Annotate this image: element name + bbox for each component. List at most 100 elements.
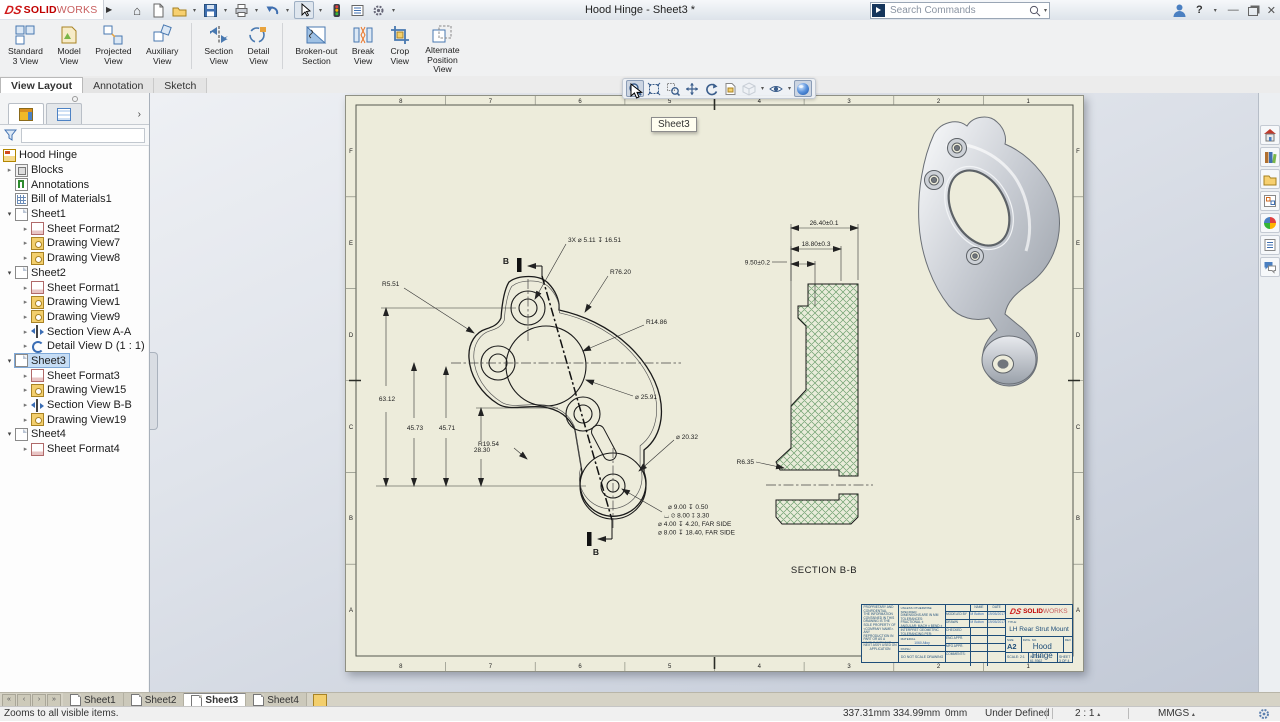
tree-item-annotations[interactable]: Annotations — [0, 177, 148, 192]
user-account-icon[interactable] — [1172, 3, 1187, 18]
section-view-button[interactable]: Section View — [199, 20, 238, 72]
3d-drawing-view-icon[interactable] — [721, 80, 739, 97]
alternate-position-view-button[interactable]: Alternate Position View — [420, 21, 464, 73]
model-view-button[interactable]: Model View — [52, 20, 85, 72]
tree-item-section-view-aa[interactable]: Section View A-A — [0, 324, 148, 339]
settings-gear-icon[interactable] — [369, 2, 387, 18]
next-sheet-button[interactable]: › — [32, 694, 46, 707]
forum-icon[interactable] — [1260, 257, 1280, 277]
tree-item-sheet3[interactable]: Sheet3 — [0, 354, 148, 369]
standard-3-view-button[interactable]: Standard 3 View — [3, 20, 48, 72]
auxiliary-view-button[interactable]: Auxiliary View — [141, 20, 183, 72]
open-dropdown-arrow[interactable] — [191, 7, 198, 14]
tree-item-sheet-format2[interactable]: Sheet Format2 — [0, 221, 148, 236]
collapse-arrow-icon[interactable] — [4, 210, 15, 218]
tree-item-section-view-bb[interactable]: Section View B-B — [0, 398, 148, 413]
expand-arrow-icon[interactable] — [20, 401, 31, 409]
expand-arrow-icon[interactable] — [20, 298, 31, 306]
save-icon[interactable] — [201, 2, 219, 18]
help-button[interactable]: ? — [1196, 4, 1203, 16]
tree-item-bom[interactable]: Bill of Materials1 — [0, 192, 148, 207]
break-view-button[interactable]: Break View — [347, 20, 379, 72]
sheet2-tab[interactable]: Sheet2 — [124, 693, 185, 707]
print-icon[interactable] — [232, 2, 250, 18]
custom-properties-icon[interactable] — [1260, 235, 1280, 255]
section-view-b-b[interactable]: 26.40±0.1 18.80±0.3 9.50±0.2 R6.35 SECTI… — [737, 220, 873, 576]
expand-arrow-icon[interactable] — [4, 166, 15, 174]
tree-item-root[interactable]: Hood Hinge — [0, 148, 148, 163]
file-explorer-icon[interactable] — [1260, 169, 1280, 189]
expand-arrow-icon[interactable] — [20, 342, 31, 350]
tree-item-sheet2[interactable]: Sheet2 — [0, 266, 148, 281]
tree-item-drawing-view7[interactable]: Drawing View7 — [0, 236, 148, 251]
undo-dropdown-arrow[interactable] — [284, 7, 291, 14]
projected-view-button[interactable]: Projected View — [90, 20, 136, 72]
zoom-to-area-icon[interactable] — [664, 80, 682, 97]
zoom-window-icon[interactable] — [645, 80, 663, 97]
expand-arrow-icon[interactable] — [20, 445, 31, 453]
expand-arrow-icon[interactable] — [20, 254, 31, 262]
feature-tree-tab[interactable] — [8, 103, 44, 124]
home-icon[interactable]: ⌂ — [128, 2, 146, 18]
tree-item-drawing-view1[interactable]: Drawing View1 — [0, 295, 148, 310]
undo-icon[interactable] — [263, 2, 281, 18]
search-commands[interactable] — [870, 2, 1050, 19]
panel-splitter-handle[interactable] — [150, 352, 158, 430]
expand-arrow-icon[interactable] — [20, 416, 31, 424]
last-sheet-button[interactable]: » — [47, 694, 61, 707]
tab-annotation[interactable]: Annotation — [83, 78, 154, 94]
restore-button[interactable] — [1248, 7, 1258, 16]
crop-view-button[interactable]: Crop View — [384, 20, 416, 72]
first-sheet-button[interactable]: « — [2, 694, 16, 707]
prev-sheet-button[interactable]: ‹ — [17, 694, 31, 707]
tree-item-sheet-format4[interactable]: Sheet Format4 — [0, 442, 148, 457]
expand-arrow-icon[interactable] — [20, 313, 31, 321]
expand-arrow-icon[interactable] — [20, 284, 31, 292]
rotate-view-icon[interactable] — [702, 80, 720, 97]
close-button[interactable]: ✕ — [1267, 4, 1276, 17]
tree-item-detail-view-d[interactable]: Detail View D (1 : 1) — [0, 339, 148, 354]
main-drawing-view[interactable]: B B 63.12 45.73 — [376, 236, 736, 557]
appearances-scenes-icon[interactable] — [1260, 213, 1280, 233]
sheet1-tab[interactable]: Sheet1 — [63, 693, 124, 707]
options-list-icon[interactable] — [348, 2, 366, 18]
collapse-arrow-icon[interactable] — [4, 430, 15, 438]
expand-arrow-icon[interactable] — [20, 372, 31, 380]
sheet4-tab[interactable]: Sheet4 — [246, 693, 307, 707]
tab-sketch[interactable]: Sketch — [154, 78, 207, 94]
tree-item-sheet4[interactable]: Sheet4 — [0, 427, 148, 442]
tree-item-sheet-format3[interactable]: Sheet Format3 — [0, 368, 148, 383]
hide-show-dropdown-arrow[interactable] — [786, 85, 793, 92]
resources-home-icon[interactable] — [1260, 125, 1280, 145]
select-dropdown-arrow[interactable] — [317, 7, 324, 14]
display-style-dropdown-arrow[interactable] — [759, 85, 766, 92]
xpress-tools-icon[interactable] — [327, 2, 345, 18]
tree-filter-input[interactable] — [21, 128, 145, 143]
broken-out-section-button[interactable]: Broken-out Section — [290, 20, 342, 72]
search-input[interactable] — [888, 4, 1028, 17]
expand-arrow-icon[interactable] — [20, 386, 31, 394]
new-document-icon[interactable] — [149, 2, 167, 18]
search-dropdown-arrow[interactable] — [1042, 7, 1049, 14]
open-icon[interactable] — [170, 2, 188, 18]
hide-show-items-icon[interactable] — [767, 80, 785, 97]
isometric-view[interactable] — [919, 117, 1060, 386]
tree-item-sheet-format1[interactable]: Sheet Format1 — [0, 280, 148, 295]
select-tool-icon[interactable] — [294, 1, 314, 19]
panel-splitter-dot[interactable] — [0, 93, 149, 102]
search-icon[interactable] — [1028, 4, 1042, 18]
minimize-button[interactable]: — — [1228, 4, 1239, 16]
drawing-sheet[interactable]: 87 65 43 21 87 65 43 21 FE DC BA FE DC B… — [345, 95, 1084, 672]
detail-view-button[interactable]: Detail View — [242, 20, 274, 72]
tree-item-drawing-view15[interactable]: Drawing View15 — [0, 383, 148, 398]
tree-item-blocks[interactable]: Blocks — [0, 163, 148, 178]
tree-item-drawing-view9[interactable]: Drawing View9 — [0, 310, 148, 325]
collapse-arrow-icon[interactable] — [4, 269, 15, 277]
print-dropdown-arrow[interactable] — [253, 7, 260, 14]
tree-item-sheet1[interactable]: Sheet1 — [0, 207, 148, 222]
save-dropdown-arrow[interactable] — [222, 7, 229, 14]
expand-arrow-icon[interactable] — [20, 225, 31, 233]
tree-item-drawing-view8[interactable]: Drawing View8 — [0, 251, 148, 266]
collapse-arrow-icon[interactable] — [4, 357, 15, 365]
graphics-area[interactable]: 87 65 43 21 87 65 43 21 FE DC BA FE DC B… — [150, 93, 1258, 692]
